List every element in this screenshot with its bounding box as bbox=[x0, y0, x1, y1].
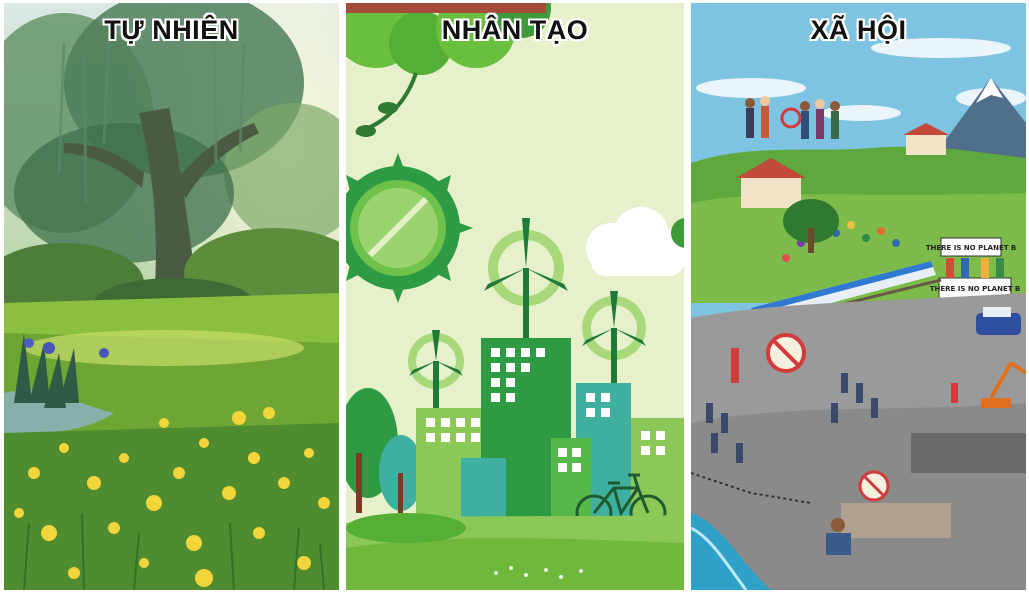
protest-banner: THERE IS NO PLANET B bbox=[930, 285, 1021, 293]
social-panel: THERE IS NO PLANET B THERE IS NO PLANET … bbox=[691, 3, 1026, 590]
prohibition-sign-icon bbox=[858, 470, 890, 502]
artificial-panel: NHÂN TẠO bbox=[346, 3, 684, 590]
green-city-illustration bbox=[346, 3, 684, 590]
protest-sign: THERE IS NO PLANET B bbox=[926, 244, 1017, 252]
panel-title-nature: TỰ NHIÊN bbox=[104, 15, 239, 45]
nature-painting bbox=[4, 3, 339, 590]
panel-title-social: XÃ HỘI bbox=[810, 15, 907, 45]
panel-title-artificial: NHÂN TẠO bbox=[441, 15, 589, 45]
nature-panel: TỰ NHIÊN bbox=[4, 3, 339, 590]
prohibition-sign-icon bbox=[766, 333, 806, 373]
social-illustration: THERE IS NO PLANET B THERE IS NO PLANET … bbox=[691, 3, 1026, 590]
